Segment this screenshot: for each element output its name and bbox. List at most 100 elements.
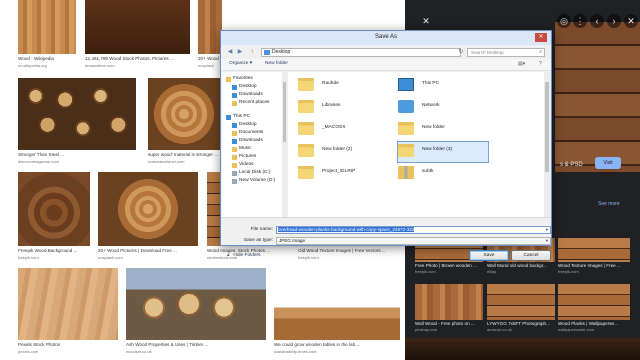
result-caption[interactable]: 20+ Wood (198, 56, 222, 62)
result-image[interactable] (18, 78, 136, 150)
nav-item-label: Pictures (239, 154, 257, 159)
preview-image[interactable] (555, 22, 640, 172)
back-arrow-icon[interactable]: ◀ (226, 48, 234, 56)
file-item[interactable]: subtk (398, 164, 488, 184)
result-caption[interactable]: Stronger Than Steel ... (18, 152, 136, 158)
related-image[interactable]: Wall Wood - Free photo on ... pixabay.co… (415, 284, 483, 336)
result-image[interactable] (18, 268, 118, 340)
result-image[interactable] (18, 172, 90, 246)
related-source: freepik.com (415, 269, 436, 274)
related-image[interactable]: Wood Texture Images | Free ... freepik.c… (558, 238, 630, 278)
file-name-field[interactable]: overhead-wooden-planks-background-with-c… (276, 226, 551, 234)
related-image-thumb[interactable] (487, 284, 555, 320)
nav-item-label: Videos (239, 162, 254, 167)
file-item-label: New folder (422, 125, 445, 130)
next-icon[interactable]: › (607, 14, 621, 28)
dialog-titlebar[interactable]: Save As ✕ (221, 31, 551, 45)
image-result[interactable]: 20+ Wood Pictures | Download Free ... un… (98, 172, 198, 264)
result-image[interactable] (126, 268, 266, 340)
result-caption[interactable]: Freepik Wood Background ... (18, 248, 90, 254)
nav-item-label: Desktop (239, 84, 257, 89)
save-type-select[interactable]: JPEG Image ▾ (276, 237, 551, 245)
address-path: Desktop (272, 49, 291, 55)
downloads-icon (232, 92, 237, 98)
up-arrow-icon[interactable]: ↑ (248, 48, 256, 56)
related-source: pixabay.com (415, 327, 438, 332)
image-result[interactable]: Wood - Wikipedia en.wikipedia.org (18, 0, 76, 75)
see-more-link[interactable]: See more (598, 201, 620, 207)
address-bar[interactable]: Desktop (261, 48, 461, 57)
image-result[interactable]: super wood' material is stronger ... mat… (148, 78, 220, 168)
result-image[interactable] (18, 0, 76, 54)
refresh-icon[interactable]: ↻ (457, 48, 465, 56)
file-item[interactable]: Rauhde (298, 76, 388, 96)
image-result[interactable]: 12,461,799 Wood Stock Photos, Pictures .… (85, 0, 190, 75)
navigation-scrollbar[interactable] (282, 72, 287, 217)
result-image[interactable] (98, 172, 198, 246)
file-item[interactable]: New folder (398, 120, 488, 140)
file-item-label: New folder (2) (322, 147, 353, 152)
file-item[interactable]: New folder (2) (298, 142, 388, 162)
image-result[interactable]: Pexels Stock Photos pexels.com (18, 268, 118, 360)
related-image-thumb[interactable] (558, 238, 630, 262)
image-result[interactable]: Ash Wood Properties & Uses | Timber ... … (126, 268, 266, 360)
related-image-thumb[interactable] (558, 284, 630, 320)
share-icon[interactable]: ⋮ (573, 14, 587, 28)
result-caption[interactable]: Wood - Wikipedia (18, 56, 76, 62)
related-image[interactable]: Wood Planks | Wallpaperse... wallpapersw… (558, 284, 630, 336)
file-item[interactable]: _MACOSX (298, 120, 388, 140)
file-item[interactable]: New folder (3) (397, 141, 489, 163)
chevron-down-icon[interactable]: ▾ (546, 238, 548, 244)
save-button[interactable]: Save (469, 250, 509, 261)
result-caption[interactable]: 20+ Wood Pictures | Download Free ... (98, 248, 198, 254)
result-image[interactable] (85, 0, 190, 54)
file-item[interactable]: Project_IGLRIP (298, 164, 388, 184)
visit-button[interactable]: Visit (595, 157, 621, 169)
help-icon[interactable]: ? (539, 61, 542, 67)
file-item[interactable]: Network (398, 98, 488, 118)
hide-folders-toggle[interactable]: ▴ Hide Folders (227, 253, 261, 258)
organize-menu[interactable]: Organize ▾ (229, 61, 252, 66)
image-result[interactable]: Freepik Wood Background ... freepik.com (18, 172, 90, 264)
view-options-icon[interactable]: ▤▾ (518, 61, 525, 67)
nav-item-label: Downloads (239, 92, 263, 97)
close-preview-icon[interactable]: ✕ (624, 14, 638, 28)
scrollbar-thumb[interactable] (283, 82, 286, 142)
result-caption[interactable]: We could grow wooden tables in the lab .… (274, 342, 400, 348)
search-placeholder: Search Desktop (471, 50, 504, 55)
previous-icon[interactable]: ‹ (590, 14, 604, 28)
folder-icon (398, 144, 414, 157)
nav-item-label: Desktop (239, 122, 257, 127)
result-caption[interactable]: super wood' material is stronger ... (148, 152, 220, 158)
result-source: woodset.co.uk (126, 349, 152, 354)
new-folder-button[interactable]: New folder (265, 61, 288, 66)
star-icon (226, 76, 231, 82)
result-caption[interactable]: Ash Wood Properties & Uses | Timber ... (126, 342, 266, 348)
file-item-label: _MACOSX (322, 125, 346, 130)
result-caption[interactable]: 12,461,799 Wood Stock Photos, Pictures .… (85, 56, 190, 62)
result-caption[interactable]: Pexels Stock Photos (18, 342, 118, 348)
result-image[interactable] (148, 78, 220, 150)
cancel-button[interactable]: Cancel (511, 250, 551, 261)
forward-arrow-icon[interactable]: ▶ (236, 48, 244, 56)
close-icon[interactable]: ✕ (419, 14, 433, 28)
search-input[interactable]: Search Desktop ⌕ (467, 48, 545, 57)
file-item[interactable]: Libraries (298, 98, 388, 118)
dialog-close-button[interactable]: ✕ (535, 33, 547, 42)
image-result[interactable]: Stronger Than Steel ... discovermagazine… (18, 78, 136, 168)
result-source: unsplash.com (98, 255, 123, 260)
lens-icon[interactable]: ◎ (557, 14, 571, 28)
result-caption[interactable]: Old Wood Texture Images | Free Vectors .… (298, 248, 402, 254)
result-image[interactable] (198, 0, 222, 54)
scrollbar-thumb[interactable] (545, 82, 549, 172)
image-result[interactable]: We could grow wooden tables in the lab .… (274, 268, 400, 360)
drive-icon (232, 170, 237, 176)
chevron-down-icon[interactable]: ▾ (546, 227, 548, 233)
related-image[interactable]: LYWYGG 7x5FT Photograph... amazon.co.uk (487, 284, 555, 336)
file-item[interactable]: This PC (398, 76, 488, 96)
image-result[interactable]: 20+ Wood unsplash (198, 0, 222, 75)
result-image[interactable] (274, 268, 400, 340)
file-list-scrollbar[interactable] (544, 72, 550, 217)
nav-item-label: New Volume (D:) (239, 178, 276, 183)
related-image-thumb[interactable] (415, 284, 483, 320)
